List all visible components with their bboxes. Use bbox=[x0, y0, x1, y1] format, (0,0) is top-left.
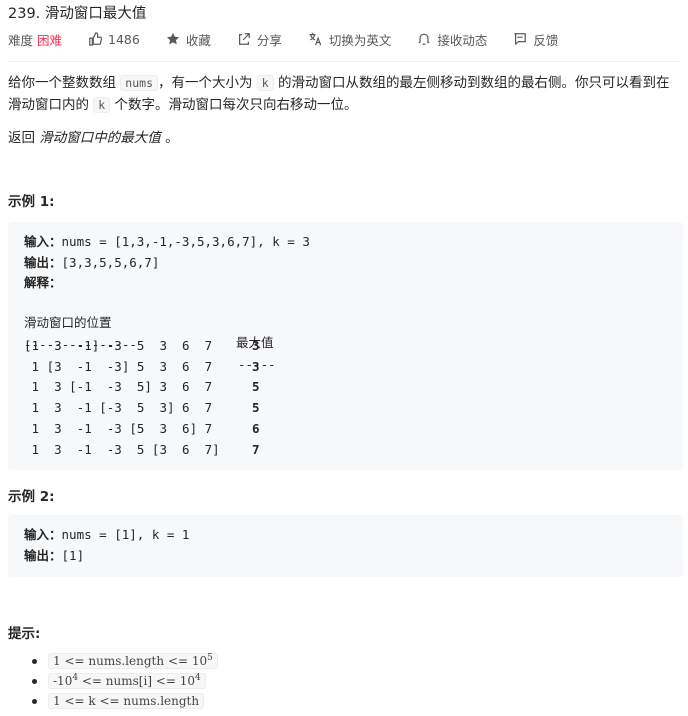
divider bbox=[8, 61, 680, 62]
window-cell: 1 3 -1 -3 [5 3 6] 7 bbox=[24, 421, 213, 436]
translate-label: 切换为英文 bbox=[328, 32, 392, 48]
window-cell: 1 3 -1 [-3 5 3] 6 7 bbox=[24, 400, 213, 415]
code-nums: nums bbox=[120, 75, 158, 91]
constraint-exponent: 5 bbox=[207, 653, 213, 663]
window-table-header: 滑动窗口的位置 最大值 bbox=[24, 293, 274, 350]
notify-button[interactable]: 接收动态 bbox=[417, 30, 487, 49]
explain-label: 解释： bbox=[24, 275, 62, 290]
collect-button[interactable]: 收藏 bbox=[166, 30, 211, 49]
description-paragraph: 给你一个整数数组 nums ，有一个大小为 k 的滑动窗口从数组的最左侧移动到数组… bbox=[8, 72, 680, 116]
problem-title: 239. 滑动窗口最大值 bbox=[8, 6, 147, 22]
bullet-icon bbox=[32, 679, 37, 684]
bell-icon bbox=[419, 33, 430, 45]
constraint-code: -104 <= nums[i] <= 104 bbox=[48, 673, 206, 689]
translate-button[interactable]: 切换为英文 bbox=[308, 30, 392, 49]
feedback-icon bbox=[514, 33, 527, 45]
difficulty-label: 难度 bbox=[8, 32, 34, 48]
constraint-text: 1 <= k <= nums.length bbox=[53, 694, 200, 708]
input-label: 输入： bbox=[24, 527, 62, 542]
problem-page: 239. 滑动窗口最大值 难度 困难 1486 收藏 分享 切换为英文 接收动态… bbox=[0, 0, 688, 716]
output-value: [1] bbox=[61, 548, 85, 563]
output-label: 输出： bbox=[24, 255, 62, 270]
problem-meta-bar: 难度 困难 1486 收藏 分享 切换为英文 接收动态 反馈 bbox=[8, 30, 584, 48]
window-cell: 1 3 [-1 -3 5] 3 6 7 bbox=[24, 379, 213, 394]
desc-text: ，有一个大小为 bbox=[158, 75, 257, 91]
desc-text: 个数字。滑动窗口每次只向右移动一位。 bbox=[110, 97, 358, 113]
constraint-item: -104 <= nums[i] <= 104 bbox=[28, 671, 218, 691]
feedback-label: 反馈 bbox=[533, 32, 559, 48]
share-label: 分享 bbox=[256, 32, 282, 48]
window-table-dashes: --------------- ----- bbox=[24, 315, 276, 372]
star-icon bbox=[166, 32, 179, 45]
example-input-line: 输入：nums = [1,3,-1,-3,5,3,6,7], k = 3 bbox=[24, 232, 310, 252]
notify-label: 接收动态 bbox=[437, 32, 488, 48]
output-label: 输出： bbox=[24, 548, 62, 563]
code-k: k bbox=[256, 75, 274, 91]
like-count: 1486 bbox=[108, 31, 140, 47]
code-k: k bbox=[93, 97, 111, 113]
difficulty-badge: 困难 bbox=[37, 32, 63, 48]
max-cell: 3 bbox=[252, 338, 260, 353]
input-label: 输入： bbox=[24, 234, 62, 249]
window-cell: 1 3 -1 -3 5 [3 6 7] bbox=[24, 442, 220, 457]
constraints-heading: 提示: bbox=[8, 626, 41, 642]
bullet-icon bbox=[32, 699, 37, 704]
constraint-item: 1 <= k <= nums.length bbox=[28, 691, 218, 711]
problem-description: 给你一个整数数组 nums ，有一个大小为 k 的滑动窗口从数组的最左侧移动到数组… bbox=[8, 72, 680, 116]
collect-label: 收藏 bbox=[185, 32, 211, 48]
like-button[interactable]: 1486 bbox=[88, 32, 140, 47]
output-value: [3,3,5,5,6,7] bbox=[61, 255, 160, 270]
constraint-item: 1 <= nums.length <= 105 bbox=[28, 651, 218, 671]
input-value: nums = [1,3,-1,-3,5,3,6,7], k = 3 bbox=[61, 234, 310, 249]
desc-text: 给你一个整数数组 bbox=[8, 75, 121, 91]
example-output-line: 输出：[3,3,5,5,6,7] bbox=[24, 253, 159, 273]
example-input-line: 输入：nums = [1], k = 1 bbox=[24, 525, 189, 545]
constraint-text: <= nums[i] <= 10 bbox=[78, 674, 196, 688]
constraint-code: 1 <= k <= nums.length bbox=[48, 693, 205, 709]
max-cell: 7 bbox=[252, 442, 260, 457]
return-text: 。 bbox=[160, 130, 179, 146]
constraint-code: 1 <= nums.length <= 105 bbox=[48, 653, 218, 669]
example-2-block: 输入：nums = [1], k = 1 输出：[1] bbox=[8, 515, 683, 577]
return-text: 返回 bbox=[8, 130, 40, 146]
translate-icon bbox=[309, 32, 322, 46]
thumbs-up-icon bbox=[89, 32, 103, 46]
share-icon bbox=[238, 33, 250, 45]
max-cell: 5 bbox=[252, 400, 260, 415]
example-2-heading: 示例 2: bbox=[8, 489, 55, 505]
max-cell: 3 bbox=[252, 359, 260, 374]
constraint-text: -10 bbox=[53, 674, 73, 688]
example-explain-line: 解释： bbox=[24, 273, 62, 293]
constraints-list: 1 <= nums.length <= 105 -10 4 <= nums[i] … bbox=[28, 651, 218, 711]
return-emphasis: 滑动窗口中的最大值 bbox=[39, 130, 161, 146]
example-1-heading: 示例 1: bbox=[8, 194, 55, 210]
constraint-exponent: 4 bbox=[195, 673, 201, 683]
constraint-text: 1 <= nums.length <= 10 bbox=[53, 654, 208, 668]
return-statement: 返回 滑动窗口中的最大值 。 bbox=[8, 126, 179, 146]
input-value: nums = [1], k = 1 bbox=[61, 527, 190, 542]
feedback-button[interactable]: 反馈 bbox=[513, 30, 558, 49]
max-cell: 5 bbox=[252, 379, 260, 394]
share-button[interactable]: 分享 bbox=[237, 30, 282, 49]
example-output-line: 输出：[1] bbox=[24, 546, 84, 566]
example-1-block: 输入：nums = [1,3,-1,-3,5,3,6,7], k = 3 输出：… bbox=[8, 222, 683, 470]
bullet-icon bbox=[32, 659, 37, 664]
window-cell: [1 3 -1] -3 5 3 6 7 bbox=[24, 338, 213, 353]
max-cell: 6 bbox=[252, 421, 260, 436]
window-cell: 1 [3 -1 -3] 5 3 6 7 bbox=[24, 359, 213, 374]
